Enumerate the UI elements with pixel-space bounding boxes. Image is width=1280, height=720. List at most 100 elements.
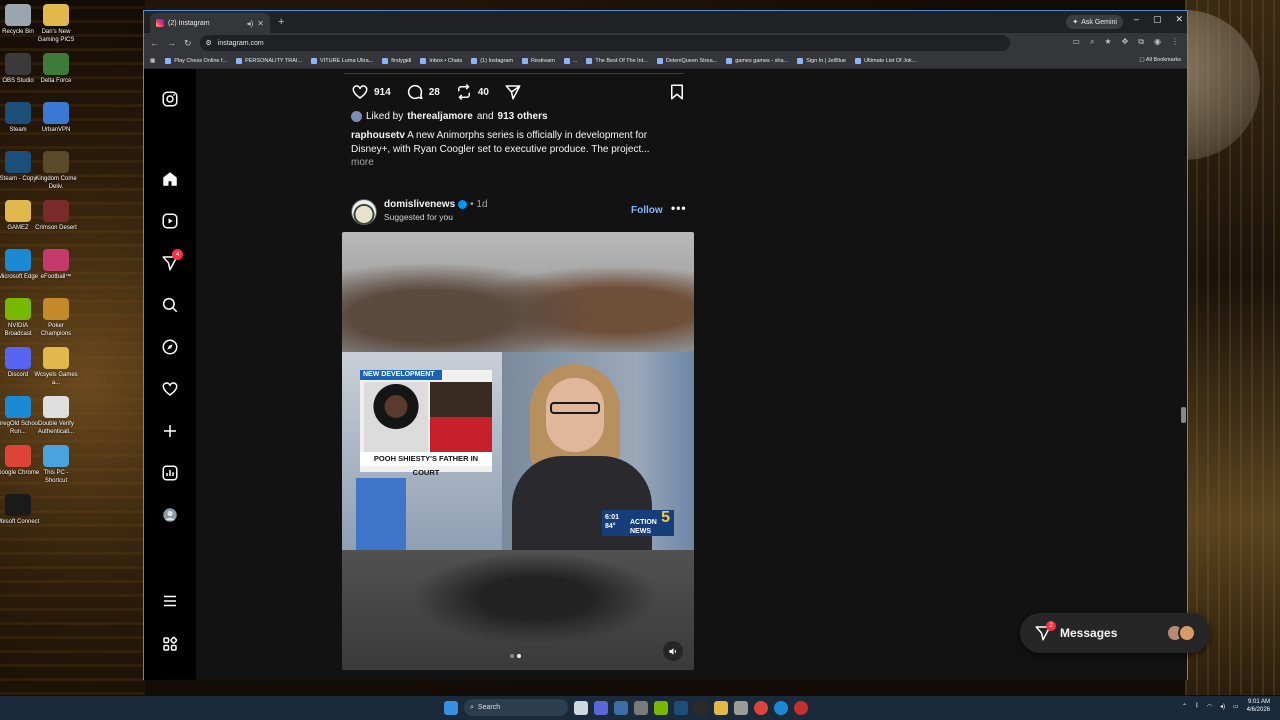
notifications-heart-icon[interactable]: [160, 379, 180, 399]
post-options-icon[interactable]: •••: [671, 201, 687, 215]
nvidia-icon[interactable]: [654, 700, 668, 715]
address-bar[interactable]: ⚙ instagram.com: [199, 35, 1010, 51]
desktop-icon[interactable]: Kingdom Come Deliv.: [34, 151, 78, 191]
home-icon[interactable]: [160, 169, 180, 189]
forward-icon[interactable]: →: [167, 38, 176, 48]
menu-kebab-icon[interactable]: ⋮: [1171, 37, 1179, 47]
bookmark-favicon-icon: [165, 57, 172, 64]
bluetooth-icon[interactable]: ᛒ: [1195, 703, 1199, 709]
search-icon[interactable]: [160, 295, 180, 315]
taskbar-app-icon[interactable]: [594, 700, 608, 715]
zoom-icon[interactable]: ⌕: [1090, 37, 1094, 47]
direct-messages-icon[interactable]: 4: [160, 249, 183, 273]
start-windows-icon[interactable]: [444, 700, 458, 715]
profile-icon[interactable]: ◉: [1154, 37, 1161, 47]
scrollbar-thumb[interactable]: [1181, 407, 1186, 423]
taskbar-app-icon[interactable]: [794, 700, 808, 715]
reload-icon[interactable]: ↻: [184, 38, 192, 49]
desktop-icon[interactable]: Crimson Desert: [34, 200, 78, 232]
file-explorer-icon[interactable]: [714, 700, 728, 715]
all-bookmarks[interactable]: ▢ All Bookmarks: [1139, 57, 1181, 63]
apps-grid-icon[interactable]: ▦: [150, 58, 155, 64]
video-frame[interactable]: NEW DEVELOPMENT POOH SHIESTY'S FATHER IN…: [342, 352, 694, 550]
instagram-logo-icon[interactable]: [160, 89, 180, 109]
follow-button[interactable]: Follow: [631, 205, 663, 216]
also-from-meta-icon[interactable]: [160, 634, 180, 654]
dashboard-chart-icon[interactable]: [160, 463, 180, 483]
maximize-icon[interactable]: ▢: [1153, 14, 1162, 25]
share-icon[interactable]: [504, 83, 522, 101]
close-tab-icon[interactable]: ✕: [257, 19, 264, 28]
desktop-icon[interactable]: Wcsyels Games a...: [34, 347, 78, 387]
desktop-icon[interactable]: This PC - Shortcut: [34, 445, 78, 485]
bookmark-item[interactable]: (1) Instagram: [471, 57, 513, 64]
battery-icon[interactable]: ▭: [1233, 703, 1239, 710]
desktop-icon[interactable]: Delta Force: [34, 53, 78, 85]
post-avatar[interactable]: [351, 199, 377, 225]
page-scrollbar[interactable]: [1181, 77, 1186, 673]
wifi-icon[interactable]: ◠: [1207, 703, 1212, 710]
mute-toggle[interactable]: [663, 641, 683, 661]
comment-icon[interactable]: [406, 83, 424, 101]
caption-username[interactable]: raphousetv: [351, 130, 405, 141]
bookmark-item[interactable]: Inbox • Chats: [420, 57, 462, 64]
reels-icon[interactable]: [160, 211, 180, 231]
new-tab-button[interactable]: +: [278, 16, 284, 28]
back-icon[interactable]: ←: [150, 38, 159, 48]
post-username[interactable]: domislivenews: [384, 199, 455, 210]
cast-icon[interactable]: ▭: [1072, 37, 1080, 47]
desktop-icon[interactable]: Double Verify Authenticati...: [34, 396, 78, 436]
explore-compass-icon[interactable]: [160, 337, 180, 357]
taskbar-app-icon[interactable]: [694, 700, 708, 715]
bookmark-item[interactable]: Ultimate List Of Jok...: [855, 57, 916, 64]
bookmark-item[interactable]: Restream: [521, 57, 555, 64]
news-photo-left: [364, 382, 428, 452]
bookmark-favicon-icon: [563, 57, 570, 64]
settings-gear-icon[interactable]: [634, 700, 648, 715]
bookmark-item[interactable]: Play Chess Online f...: [165, 57, 227, 64]
like-heart-icon[interactable]: [351, 83, 369, 101]
desktop-icon[interactable]: Dan's New Gaming PICS: [34, 4, 78, 44]
desktop-icon[interactable]: UrbanVPN: [34, 102, 78, 134]
liked-by-user-link[interactable]: therealjamore: [407, 111, 473, 122]
bookmark-item[interactable]: VITURE Luma Ultra...: [311, 57, 373, 64]
chrome-icon[interactable]: [754, 700, 768, 715]
edge-icon[interactable]: [774, 700, 788, 715]
minimize-icon[interactable]: –: [1134, 14, 1139, 25]
profile-avatar[interactable]: [160, 505, 180, 525]
extensions-icon[interactable]: ✥: [1122, 37, 1129, 47]
news-graphic: NEW DEVELOPMENT POOH SHIESTY'S FATHER IN…: [360, 370, 492, 477]
post-media[interactable]: NEW DEVELOPMENT POOH SHIESTY'S FATHER IN…: [342, 232, 694, 670]
repost-icon[interactable]: [455, 83, 473, 101]
taskbar-app-icon[interactable]: [734, 700, 748, 715]
bookmark-item[interactable]: PERSONALITY TRAI...: [236, 57, 302, 64]
task-view-icon[interactable]: [574, 700, 588, 715]
star-icon[interactable]: ★: [1104, 37, 1111, 47]
taskbar-app-icon[interactable]: [614, 700, 628, 715]
site-info-icon[interactable]: ⚙: [206, 39, 212, 47]
bookmark-item[interactable]: DeleniQueen Strea...: [656, 57, 717, 64]
tray-chevron-icon[interactable]: ⌃: [1182, 703, 1187, 710]
create-plus-icon[interactable]: [160, 421, 180, 441]
more-menu-icon[interactable]: [160, 591, 180, 611]
bookmark-item[interactable]: ...: [563, 57, 577, 64]
steam-icon[interactable]: [674, 700, 688, 715]
split-view-icon[interactable]: ⧉: [1138, 37, 1144, 47]
desktop-icon[interactable]: eFootball™: [34, 249, 78, 281]
bookmark-item[interactable]: The Best Of The Int...: [586, 57, 648, 64]
close-window-icon[interactable]: ✕: [1175, 14, 1183, 25]
desktop-icon[interactable]: Ubisoft Connect: [0, 494, 40, 526]
clock[interactable]: 9:01 AM 4/6/2026: [1247, 698, 1270, 714]
speaker-icon[interactable]: ◂): [247, 19, 254, 28]
bookmark-item[interactable]: games games - sha...: [726, 57, 788, 64]
save-bookmark-icon[interactable]: [668, 83, 686, 101]
ask-gemini-button[interactable]: ✦ Ask Gemini: [1066, 15, 1123, 29]
tab-instagram[interactable]: (2) Instagram ◂) ✕: [150, 13, 270, 33]
bookmark-item[interactable]: firstygidl: [382, 57, 411, 64]
bookmark-item[interactable]: Sign In | JetBlue: [797, 57, 846, 64]
taskbar-search[interactable]: ⌕ Search: [464, 699, 568, 716]
desktop-icon[interactable]: Poker Champions: [34, 298, 78, 338]
liked-by-others-link[interactable]: 913 others: [498, 111, 548, 122]
volume-icon[interactable]: ◂): [1220, 703, 1225, 710]
caption-more-link[interactable]: more: [351, 157, 374, 168]
